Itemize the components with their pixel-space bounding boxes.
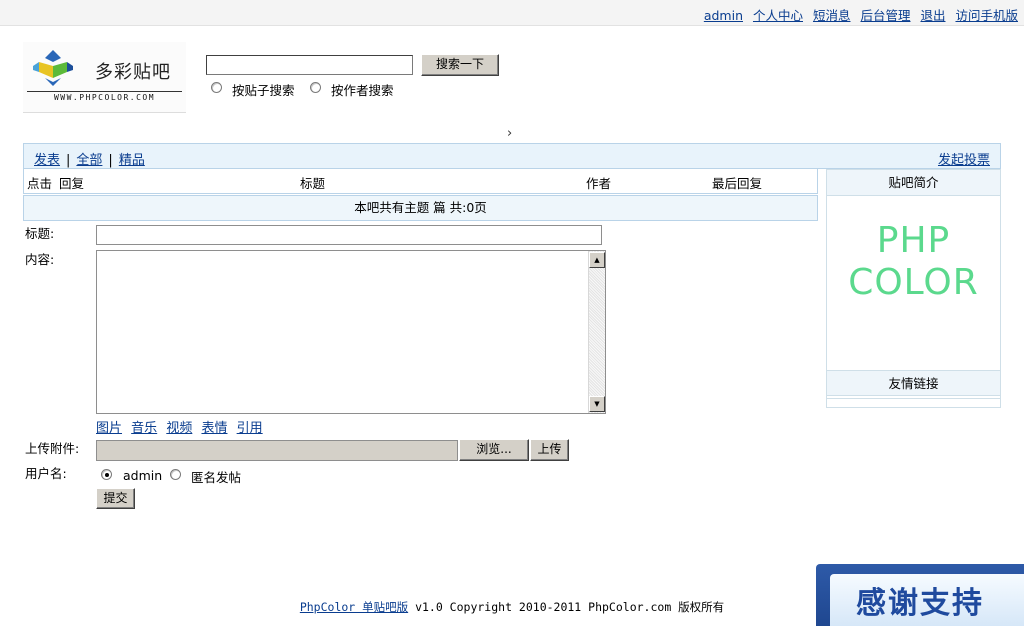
nav-separator: |	[66, 153, 71, 168]
username-link[interactable]: admin	[704, 8, 743, 23]
logout-link[interactable]: 退出	[920, 8, 945, 23]
footer-link[interactable]: PhpColor 单贴吧版	[300, 600, 408, 614]
scroll-up-icon[interactable]: ▲	[589, 252, 605, 268]
post-as-user-label: admin	[123, 468, 163, 483]
forum-intro-header: 贴吧简介	[827, 170, 1000, 196]
insert-music-link[interactable]: 音乐	[131, 421, 157, 436]
site-logo[interactable]: 多彩贴吧 WWW.PHPCOLOR.COM	[23, 42, 186, 113]
forum-nav-bar: 发表 | 全部 | 精品 发起投票	[23, 143, 1001, 169]
post-anonymous-label: 匿名发帖	[191, 470, 242, 485]
topic-table-header: 点击 回复 标题 作者 最后回复	[23, 169, 818, 194]
insert-video-link[interactable]: 视频	[166, 421, 192, 436]
insert-quote-link[interactable]: 引用	[237, 421, 263, 436]
search-button[interactable]: 搜索一下	[421, 54, 499, 76]
search-by-author-label: 按作者搜索	[331, 83, 394, 98]
browse-button[interactable]: 浏览...	[459, 439, 529, 461]
profile-link[interactable]: 个人中心	[753, 8, 803, 23]
admin-panel-link[interactable]: 后台管理	[860, 8, 910, 23]
topic-table-empty: 本吧共有主题 篇 共:0页	[23, 195, 818, 221]
top-bar: admin 个人中心 短消息 后台管理 退出 访问手机版	[0, 0, 1024, 26]
thanks-badge[interactable]: 感谢支持	[816, 564, 1024, 626]
logo-line-2: COLOR	[848, 262, 979, 303]
attachment-file-field[interactable]	[96, 440, 458, 461]
footer-text: v1.0 Copyright 2010-2011 PhpColor.com 版权…	[408, 600, 725, 614]
insert-emoji-link[interactable]: 表情	[201, 421, 227, 436]
featured-link[interactable]: 精品	[119, 153, 145, 168]
post-anonymous-radio[interactable]	[170, 469, 181, 480]
post-link[interactable]: 发表	[34, 153, 60, 168]
logo-line-1: PHP	[876, 220, 951, 261]
mobile-version-link[interactable]: 访问手机版	[955, 8, 1018, 23]
post-as-user-radio[interactable]	[101, 469, 112, 480]
editor-toolbar: 图片 音乐 视频 表情 引用	[96, 417, 268, 436]
content-textarea[interactable]: ▲ ▼	[96, 250, 606, 414]
col-last-reply: 最后回复	[712, 176, 763, 191]
start-vote-link[interactable]: 发起投票	[938, 149, 990, 168]
submit-button[interactable]: 提交	[96, 488, 135, 509]
col-title: 标题	[300, 176, 326, 191]
username-label: 用户名:	[25, 466, 67, 481]
col-author: 作者	[586, 176, 612, 191]
phpcolor-logo: PHP COLOR	[827, 220, 1000, 304]
thanks-badge-inner: 感谢支持	[830, 574, 1024, 626]
thanks-badge-text: 感谢支持	[856, 586, 984, 621]
attachment-label: 上传附件:	[25, 441, 80, 456]
search-by-post-label: 按贴子搜索	[232, 83, 295, 98]
logo-url: WWW.PHPCOLOR.COM	[53, 93, 156, 102]
col-replies: 回复	[59, 176, 85, 191]
upload-button[interactable]: 上传	[530, 439, 569, 461]
all-link[interactable]: 全部	[76, 153, 102, 168]
top-nav: admin 个人中心 短消息 后台管理 退出 访问手机版	[698, 5, 1018, 24]
logo-emblem-icon	[33, 50, 73, 86]
content-label: 内容:	[25, 252, 55, 267]
insert-image-link[interactable]: 图片	[96, 421, 122, 436]
search-by-post-radio[interactable]	[211, 82, 222, 93]
logo-divider	[27, 91, 182, 92]
sidebar: 贴吧简介 PHP COLOR 友情链接	[826, 169, 1001, 408]
col-clicks: 点击	[27, 176, 53, 191]
chevron-right-icon: ›	[507, 126, 513, 141]
messages-link[interactable]: 短消息	[813, 8, 851, 23]
search-by-author-radio[interactable]	[310, 82, 321, 93]
logo-name: 多彩贴吧	[95, 62, 171, 83]
sidebar-divider	[827, 398, 1000, 399]
nav-separator: |	[108, 153, 113, 168]
content-scrollbar[interactable]: ▲ ▼	[588, 251, 605, 413]
title-input[interactable]	[96, 225, 602, 245]
friend-links-header: 友情链接	[827, 370, 1000, 396]
search-input[interactable]	[206, 55, 413, 75]
title-label: 标题:	[25, 226, 55, 241]
scroll-down-icon[interactable]: ▼	[589, 396, 605, 412]
